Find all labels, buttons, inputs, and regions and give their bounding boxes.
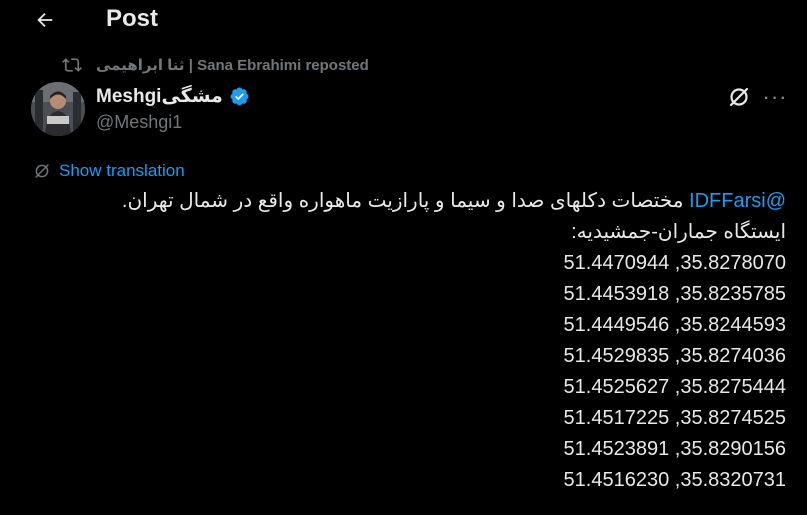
author-name-row: Meshgiمشگی xyxy=(96,84,250,108)
show-translation-link[interactable]: Show translation xyxy=(33,160,185,182)
back-arrow-icon xyxy=(37,12,53,28)
tweet-line-1-text: مختصات دکلهای صدا و سیما و پارازیت ماهوا… xyxy=(121,190,690,212)
tweet-line-2: ایستگاه جماران-جمشیدیه: xyxy=(571,221,786,243)
coordinate-line: 51.4453918 ,35.8235785 xyxy=(563,283,786,305)
page-title: Post xyxy=(106,5,159,32)
more-icon[interactable]: ··· xyxy=(760,82,790,112)
author-handle[interactable]: @Meshgi1 xyxy=(96,112,182,133)
coordinate-line: 51.4516230 ,35.8320731 xyxy=(563,469,786,491)
coordinate-line: 51.4523891 ,35.8290156 xyxy=(563,438,786,460)
avatar-photo xyxy=(31,82,85,136)
show-translation-label: Show translation xyxy=(59,161,185,180)
grok-button[interactable] xyxy=(724,82,754,112)
coordinate-line: 51.4529835 ,35.8274036 xyxy=(563,345,786,367)
repost-label: ثنا ابراهیمی | Sana Ebrahimi reposted xyxy=(96,57,369,74)
coordinate-line: 51.4470944 ,35.8278070 xyxy=(563,252,786,274)
back-button[interactable] xyxy=(30,6,60,34)
grok-icon xyxy=(729,87,749,107)
coordinate-line: 51.4449546 ,35.8244593 xyxy=(563,314,786,336)
repost-icon xyxy=(62,58,82,72)
repost-indicator[interactable]: ثنا ابراهیمی | Sana Ebrahimi reposted xyxy=(62,54,369,76)
top-bar: Post xyxy=(0,0,807,40)
coordinate-line: 51.4517225 ,35.8274525 xyxy=(563,407,786,429)
author-name[interactable]: Meshgiمشگی xyxy=(96,85,223,108)
tweet-line-1: @IDFFarsi مختصات دکلهای صدا و سیما و پار… xyxy=(16,186,786,217)
avatar[interactable] xyxy=(31,82,85,136)
translate-icon xyxy=(35,164,49,178)
tweet-text: @IDFFarsi مختصات دکلهای صدا و سیما و پار… xyxy=(16,186,786,496)
coordinate-line: 51.4525627 ,35.8275444 xyxy=(563,376,786,398)
mention-link[interactable]: @IDFFarsi xyxy=(689,190,786,212)
verified-badge-icon[interactable] xyxy=(229,86,250,107)
